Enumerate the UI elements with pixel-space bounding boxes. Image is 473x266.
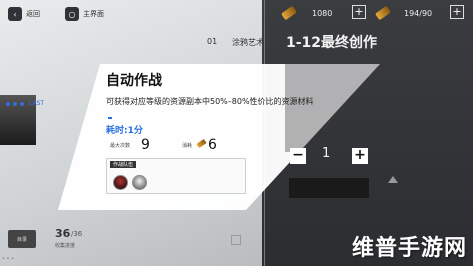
cost-value: 6 [208, 137, 217, 153]
max-times-label: 最大次数 [110, 143, 131, 149]
increase-button[interactable]: + [352, 148, 368, 164]
checkbox[interactable] [231, 235, 241, 245]
page-dots: • • • [2, 256, 15, 262]
watermark: 维普手游网 [352, 236, 468, 261]
team-box[interactable]: 作战队伍 [106, 158, 246, 194]
progress-total: /36 [71, 230, 83, 238]
auto-battle-description: 可获得对应等级的资源副本中50%–80%性价比的资源材料 [106, 97, 314, 106]
collection-button[interactable]: 目录 [8, 230, 36, 248]
progress-label: 收集进度 [55, 243, 76, 249]
duration-text: 耗时:1分 [106, 126, 143, 136]
avatar[interactable] [113, 175, 128, 190]
avatar[interactable] [132, 175, 147, 190]
decrease-button[interactable]: − [290, 148, 306, 164]
max-times-value: 9 [141, 137, 150, 153]
collection-label: 目录 [16, 236, 27, 243]
battle-count-value: 1 [322, 146, 331, 161]
cost-label: 消耗 [182, 143, 193, 149]
triangle-icon [388, 176, 398, 183]
start-button[interactable] [289, 178, 369, 198]
panel-background [58, 64, 380, 210]
auto-battle-title: 自动作战 [106, 73, 162, 89]
auto-battle-panel: 自动作战 可获得对应等级的资源副本中50%–80%性价比的资源材料 耗时:1分 … [0, 0, 473, 266]
team-label: 作战队伍 [110, 161, 137, 168]
accent-dash [108, 117, 112, 119]
progress-count: 36 [55, 227, 71, 240]
